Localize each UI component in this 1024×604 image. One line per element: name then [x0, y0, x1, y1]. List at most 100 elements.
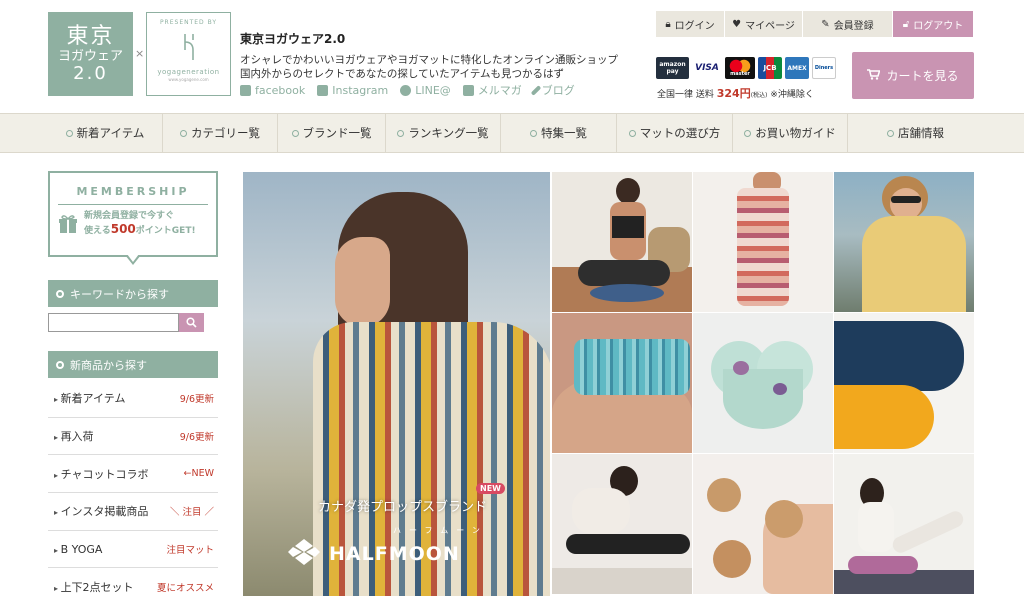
- partner-brand: yogageneration: [157, 68, 220, 76]
- item-note: ＼ 注目 ／: [169, 507, 214, 519]
- social-label: facebook: [255, 83, 306, 97]
- logout-label: ログアウト: [913, 20, 964, 32]
- social-newsletter[interactable]: メルマガ: [462, 82, 522, 98]
- photo-tile[interactable]: [834, 454, 974, 594]
- circle-icon: [56, 289, 64, 298]
- item-label: 上下2点セット: [54, 579, 134, 595]
- mypage-button[interactable]: ♥ マイページ: [725, 11, 803, 37]
- halfmoon-logo: HALFMOON: [287, 537, 460, 571]
- hero-brand-jp: カナダ発プロップスブランド: [318, 500, 488, 515]
- list-item[interactable]: チャコットコラボ ←NEW: [48, 455, 218, 494]
- speech-tail-inner: [127, 254, 139, 262]
- photo-tile[interactable]: [552, 313, 692, 453]
- pen-icon: [530, 84, 542, 96]
- nav-label: ランキング一覧: [408, 126, 489, 140]
- photo-tile[interactable]: [834, 172, 974, 312]
- list-item[interactable]: 再入荷 9/6更新: [48, 418, 218, 456]
- login-button[interactable]: 🔒︎ ログイン: [656, 11, 725, 37]
- logout-button[interactable]: 🔓︎ ログアウト: [893, 11, 974, 37]
- nav-brands[interactable]: ブランド一覧: [278, 114, 386, 152]
- shipping-prefix: 全国一律 送料: [657, 90, 714, 100]
- item-label: 新着アイテム: [54, 390, 126, 406]
- social-instagram[interactable]: Instagram: [317, 82, 388, 98]
- social-label: LINE@: [415, 83, 451, 97]
- logo-separator: ×: [135, 47, 145, 60]
- nav-shopping-guide[interactable]: お買い物ガイド: [733, 114, 848, 152]
- amex-icon: AMEX: [785, 57, 809, 79]
- circle-icon: [56, 360, 64, 369]
- site-header: 東京 ヨガウェア 2.0 × PRESENTED BY yogagenerati…: [0, 0, 1024, 113]
- membership-banner[interactable]: MEMBERSHIP 新規会員登録で今すぐ 使える500ポイントGET!: [48, 171, 218, 257]
- hero-banner[interactable]: カナダ発プロップスブランド NEW ハーフムーン HALFMOON: [243, 172, 550, 596]
- nav-label: 特集一覧: [541, 126, 587, 140]
- site-name: 東京ヨガウェア2.0: [240, 32, 346, 46]
- social-label: メルマガ: [477, 84, 522, 97]
- shipping-note: ※沖縄除く: [770, 90, 814, 100]
- photo-tile[interactable]: [693, 172, 833, 312]
- nav-categories[interactable]: カテゴリー覧: [163, 114, 278, 152]
- item-label: インスタ掲載商品: [54, 503, 149, 519]
- item-note: 注目マット: [166, 545, 214, 557]
- payment-methods: amazon pay VISA master JCB AMEX Diners: [656, 57, 836, 79]
- list-item[interactable]: 新着アイテム 9/6更新: [48, 380, 218, 418]
- circle-icon: [628, 129, 636, 137]
- diners-icon: Diners: [812, 57, 836, 79]
- photo-tile[interactable]: [834, 313, 974, 453]
- list-item[interactable]: 上下2点セット 夏にオススメ: [48, 568, 218, 604]
- partner-logo[interactable]: PRESENTED BY yogageneration www.yogagene…: [146, 12, 231, 96]
- tagline-line-1: オシャレでかわいいヨガウェアやヨガマットに特化したオンライン通販ショップ: [240, 54, 618, 66]
- photo-tile[interactable]: [552, 172, 692, 312]
- facebook-icon: [240, 84, 251, 96]
- item-note: 9/6更新: [179, 394, 214, 406]
- new-products-list: 新着アイテム 9/6更新 再入荷 9/6更新 チャコットコラボ ←NEW インスタ掲載…: [48, 380, 218, 604]
- heading-label: 新商品から探す: [70, 358, 147, 372]
- shipping-price: 324円: [716, 87, 751, 100]
- tagline-line-2: 国内外からのセレクトであなたの探していたアイテムも見つかるはず: [240, 68, 565, 80]
- search-input[interactable]: [48, 313, 179, 332]
- product-photo-grid: [552, 172, 974, 596]
- social-facebook[interactable]: facebook: [240, 82, 305, 98]
- photo-tile[interactable]: [552, 454, 692, 594]
- nav-label: お買い物ガイド: [755, 126, 836, 140]
- photo-tile[interactable]: [693, 313, 833, 453]
- circle-icon: [887, 129, 894, 137]
- nav-mat-guide[interactable]: マットの選び方: [617, 114, 733, 152]
- search-button[interactable]: [179, 313, 204, 332]
- nav-label: 新着アイテム: [76, 126, 145, 140]
- keyword-search-heading: キーワードから探す: [48, 280, 218, 307]
- item-note: 9/6更新: [179, 432, 214, 444]
- nav-new-items[interactable]: 新着アイテム: [48, 114, 163, 152]
- nav-ranking[interactable]: ランキング一覧: [386, 114, 501, 152]
- circle-icon: [530, 129, 537, 137]
- mypage-label: マイページ: [745, 20, 795, 32]
- view-cart-button[interactable]: カートを見る: [852, 52, 974, 99]
- photo-tile[interactable]: [693, 454, 833, 594]
- membership-title: MEMBERSHIP: [76, 185, 190, 198]
- keyword-search: [48, 313, 204, 332]
- nav-features[interactable]: 特集一覧: [501, 114, 617, 152]
- register-button[interactable]: ✎ 会員登録: [803, 11, 893, 37]
- item-note: ←NEW: [183, 468, 214, 480]
- logo-line-2: ヨガウェア: [57, 48, 123, 64]
- membership-points: 500: [110, 222, 136, 236]
- site-logo[interactable]: 東京 ヨガウェア 2.0: [48, 12, 133, 96]
- shipping-tax: (税込): [750, 92, 768, 99]
- gift-icon: [58, 214, 78, 234]
- list-item[interactable]: インスタ掲載商品 ＼ 注目 ／: [48, 493, 218, 531]
- circle-icon: [291, 129, 299, 137]
- account-nav: 🔒︎ ログイン ♥ マイページ ✎ 会員登録 🔓︎ ログアウト: [656, 11, 974, 37]
- hero-photo-face: [335, 237, 390, 327]
- presented-by-text: PRESENTED BY: [159, 19, 218, 26]
- list-item[interactable]: B YOGA 注目マット: [48, 531, 218, 569]
- circle-icon: [744, 129, 752, 137]
- social-blog[interactable]: ブログ: [530, 82, 575, 98]
- new-products-heading: 新商品から探す: [48, 351, 218, 378]
- social-line[interactable]: LINE@: [400, 82, 451, 98]
- lock-icon: 🔒︎: [665, 18, 671, 30]
- social-label: ブログ: [541, 84, 575, 97]
- nav-store-info[interactable]: 店舗情報: [848, 114, 983, 152]
- membership-line-2b: ポイントGET!: [135, 226, 196, 236]
- amazon-pay-icon: amazon pay: [656, 57, 689, 79]
- search-icon: [186, 313, 197, 332]
- social-label: Instagram: [332, 83, 389, 97]
